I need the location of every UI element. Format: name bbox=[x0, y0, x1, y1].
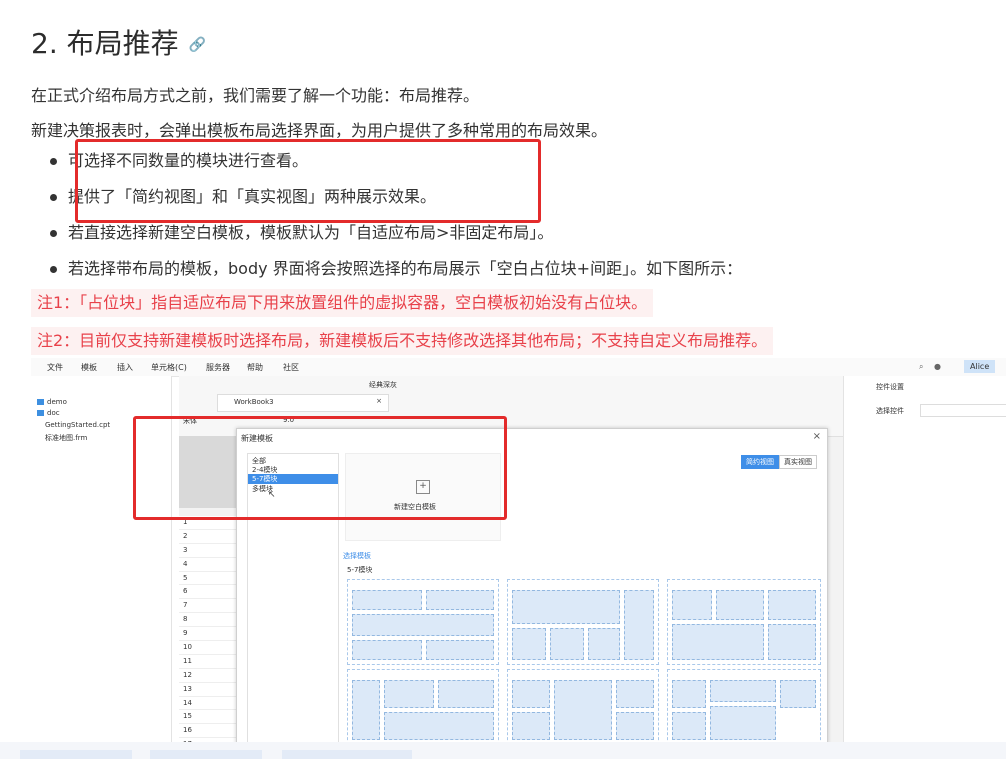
bottom-bar bbox=[0, 742, 1006, 759]
menu-bar: 文件 模板 插入 单元格(C) 服务器 帮助 社区 ⌕ ● Alice bbox=[31, 358, 1006, 377]
placeholder-block bbox=[710, 680, 776, 702]
template-thumbnail[interactable] bbox=[667, 579, 821, 665]
row-number: 3 bbox=[179, 544, 239, 558]
menu-item-help[interactable]: 帮助 bbox=[247, 362, 263, 373]
placeholder-block bbox=[512, 590, 620, 624]
tree-item-getting-started[interactable]: GettingStarted.cpt bbox=[45, 421, 110, 429]
view-toggle: 简约视图 真实视图 bbox=[741, 455, 817, 469]
bottom-tab[interactable] bbox=[150, 750, 262, 759]
placeholder-block bbox=[672, 712, 706, 740]
right-panel-field: 选择控件 bbox=[876, 407, 904, 415]
bell-icon[interactable]: ● bbox=[934, 362, 941, 371]
placeholder-block bbox=[426, 590, 494, 610]
template-thumbnail[interactable] bbox=[347, 669, 499, 742]
grid-rows: 123456789101112131415161718 bbox=[179, 516, 239, 742]
row-number: 8 bbox=[179, 613, 239, 628]
screenshot-highlight-box bbox=[133, 416, 507, 520]
placeholder-block bbox=[624, 590, 654, 660]
row-number: 16 bbox=[179, 724, 239, 739]
placeholder-block bbox=[716, 590, 764, 620]
template-thumbnail[interactable] bbox=[667, 669, 821, 742]
placeholder-block bbox=[768, 590, 816, 620]
placeholder-block bbox=[512, 680, 550, 708]
row-number: 13 bbox=[179, 683, 239, 697]
placeholder-block bbox=[616, 712, 654, 740]
template-thumbnail[interactable] bbox=[507, 579, 659, 665]
list-item: 若选择带布局的模板，body 界面将会按照选择的布局展示「空白占位块+间距」。如… bbox=[50, 256, 742, 292]
bottom-tab[interactable] bbox=[282, 750, 412, 759]
menu-item-insert[interactable]: 插入 bbox=[117, 362, 133, 373]
placeholder-block bbox=[672, 590, 712, 620]
control-select-input[interactable] bbox=[920, 404, 1006, 417]
placeholder-block bbox=[512, 712, 550, 740]
placeholder-block bbox=[426, 640, 494, 660]
right-panel: 控件设置 选择控件 bbox=[843, 376, 1006, 742]
placeholder-block bbox=[384, 680, 434, 708]
menu-item-cell[interactable]: 单元格(C) bbox=[151, 362, 187, 373]
row-number: 12 bbox=[179, 669, 239, 683]
right-panel-title: 控件设置 bbox=[876, 383, 904, 391]
real-view-button[interactable]: 真实视图 bbox=[779, 455, 817, 469]
page-title: 2. 布局推荐 🔗 bbox=[31, 27, 207, 60]
description-paragraph: 新建决策报表时，会弹出模板布局选择界面，为用户提供了多种常用的布局效果。 bbox=[31, 121, 608, 140]
template-thumbnail[interactable] bbox=[347, 579, 499, 665]
placeholder-block bbox=[438, 680, 494, 708]
placeholder-block bbox=[588, 628, 620, 660]
close-icon[interactable]: × bbox=[376, 397, 382, 405]
designer-screenshot: 文件 模板 插入 单元格(C) 服务器 帮助 社区 ⌕ ● Alice demo… bbox=[31, 358, 1006, 742]
menu-item-community[interactable]: 社区 bbox=[283, 362, 299, 373]
search-icon[interactable]: ⌕ bbox=[919, 362, 923, 372]
placeholder-block bbox=[352, 590, 422, 610]
placeholder-block bbox=[710, 706, 776, 740]
placeholder-block bbox=[352, 680, 380, 740]
tree-item-demo[interactable]: demo bbox=[37, 398, 67, 406]
tree-item-map[interactable]: 标准地图.frm bbox=[45, 433, 87, 443]
placeholder-block bbox=[352, 640, 422, 660]
folder-icon bbox=[37, 410, 44, 416]
menu-item-server[interactable]: 服务器 bbox=[206, 362, 230, 373]
placeholder-block bbox=[512, 628, 546, 660]
bottom-tab[interactable] bbox=[20, 750, 132, 759]
placeholder-block bbox=[672, 624, 764, 660]
template-thumbnail[interactable] bbox=[507, 669, 659, 742]
toolbar-theme[interactable]: 经典深灰 bbox=[369, 380, 397, 390]
placeholder-block bbox=[780, 680, 816, 708]
row-number: 4 bbox=[179, 558, 239, 572]
list-item: 若直接选择新建空白模板，模板默认为「自适应布局>非固定布局」。 bbox=[50, 220, 742, 256]
tab-workbook[interactable]: WorkBook3 × bbox=[217, 394, 389, 412]
highlight-box bbox=[75, 139, 541, 223]
placeholder-block bbox=[352, 614, 494, 636]
placeholder-block bbox=[616, 680, 654, 708]
menu-item-file[interactable]: 文件 bbox=[47, 362, 63, 373]
row-number: 10 bbox=[179, 641, 239, 655]
close-icon[interactable]: × bbox=[813, 431, 821, 442]
placeholder-block bbox=[554, 680, 612, 740]
placeholder-block bbox=[550, 628, 584, 660]
document-page: 2. 布局推荐 🔗 在正式介绍布局方式之前，我们需要了解一个功能：布局推荐。 新建… bbox=[0, 0, 1006, 759]
row-number: 14 bbox=[179, 697, 239, 711]
row-number: 7 bbox=[179, 599, 239, 614]
intro-paragraph: 在正式介绍布局方式之前，我们需要了解一个功能：布局推荐。 bbox=[31, 86, 480, 105]
link-icon[interactable]: 🔗 bbox=[189, 37, 206, 53]
row-number: 5 bbox=[179, 572, 239, 586]
row-number: 15 bbox=[179, 710, 239, 725]
folder-icon bbox=[37, 399, 44, 405]
section-label: 选择模板 bbox=[343, 552, 371, 560]
tree-item-doc[interactable]: doc bbox=[37, 409, 60, 417]
sub-label: 5-7模块 bbox=[347, 566, 373, 574]
user-badge[interactable]: Alice bbox=[964, 360, 996, 373]
row-number: 6 bbox=[179, 585, 239, 600]
row-number: 9 bbox=[179, 627, 239, 642]
row-number: 11 bbox=[179, 655, 239, 669]
note-2: 注2：目前仅支持新建模板时选择布局，新建模板后不支持修改选择其他布局；不支持自定… bbox=[31, 327, 774, 355]
placeholder-block bbox=[384, 712, 494, 740]
placeholder-block bbox=[672, 680, 706, 708]
placeholder-block bbox=[768, 624, 816, 660]
menu-item-template[interactable]: 模板 bbox=[81, 362, 97, 373]
row-number: 2 bbox=[179, 530, 239, 544]
simple-view-button[interactable]: 简约视图 bbox=[741, 455, 779, 469]
note-1: 注1：「占位块」指自适应布局下用来放置组件的虚拟容器，空白模板初始没有占位块。 bbox=[31, 289, 654, 317]
